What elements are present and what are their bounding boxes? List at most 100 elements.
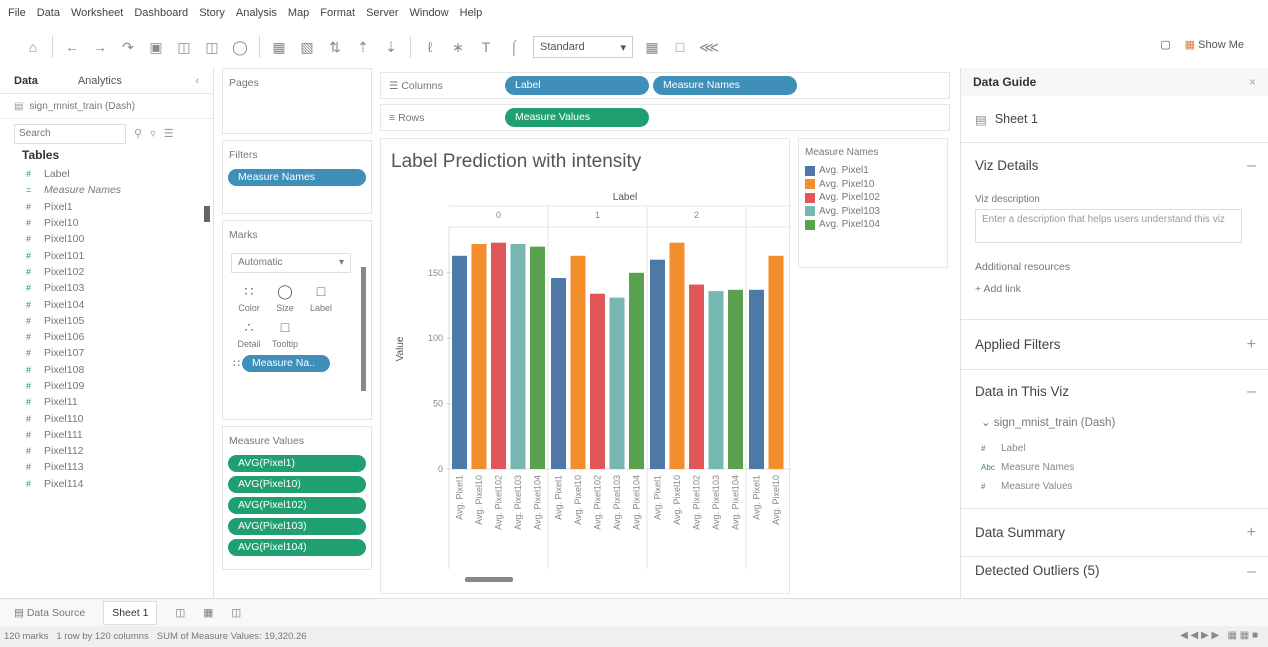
add-link-button[interactable]: + Add link (961, 283, 1268, 295)
fix-axes-icon[interactable]: ⌠ (505, 39, 523, 55)
menu-item-data[interactable]: Data (37, 7, 60, 19)
menu-item-dashboard[interactable]: Dashboard (134, 7, 188, 19)
filter-icon[interactable]: ▿ (150, 127, 156, 140)
field-item[interactable]: # Pixel106 (26, 329, 213, 345)
new-dashboard-icon[interactable]: ▦ (203, 607, 213, 619)
columns-pill-measure-names[interactable]: Measure Names (653, 76, 797, 95)
labels-icon[interactable]: T (477, 39, 495, 55)
show-cards-icon[interactable]: ▦ (643, 39, 661, 56)
highlight-icon[interactable]: ℓ (421, 39, 439, 55)
marks-color-pill[interactable]: Measure Na.. (242, 355, 330, 372)
marks-scrollbar[interactable] (361, 267, 366, 391)
close-icon[interactable]: × (1249, 75, 1256, 89)
rows-pill-measure-values[interactable]: Measure Values (505, 108, 649, 127)
new-worksheet-icon[interactable]: ◫ (203, 39, 221, 56)
menu-item-window[interactable]: Window (410, 7, 449, 19)
detected-outliers-section[interactable]: Detected Outliers (5) – (961, 556, 1268, 582)
new-worksheet-icon[interactable]: ◫ (175, 607, 185, 619)
rows-shelf[interactable]: ≡ Rows Measure Values (380, 104, 950, 131)
field-item[interactable]: # Pixel107 (26, 345, 213, 361)
size-button[interactable]: ◯ Size (269, 283, 301, 313)
columns-shelf[interactable]: ☰ Columns Label Measure Names (380, 72, 950, 99)
viz-area[interactable]: Label 0 50 100 150 Value 0 Avg. Pixel1 Avg. Pixe… (380, 138, 791, 594)
replay-icon[interactable]: ↷ (119, 39, 137, 56)
field-item[interactable]: # Pixel105 (26, 313, 213, 329)
sort-asc-icon[interactable]: ⇡ (354, 39, 372, 56)
view-options-icon[interactable]: ☰ (164, 127, 174, 140)
fit-select[interactable]: Standard ▾ (533, 36, 633, 58)
measure-value-pill[interactable]: AVG(Pixel1) (228, 455, 366, 472)
pane-scrollbar[interactable] (204, 206, 210, 222)
field-item[interactable]: # Pixel114 (26, 476, 213, 492)
field-item[interactable]: # Pixel113 (26, 459, 213, 475)
status-nav[interactable]: ◀ ◀ ▶ ▶ ▦ ▦ ■ (1180, 630, 1258, 641)
field-item[interactable]: # Pixel104 (26, 296, 213, 312)
collapse-pane-icon[interactable]: ‹ (195, 75, 199, 87)
share-icon[interactable]: ⋘ (699, 39, 719, 56)
field-item[interactable]: # Pixel108 (26, 362, 213, 378)
sort-desc-icon[interactable]: ⇣ (382, 39, 400, 56)
menu-item-help[interactable]: Help (460, 7, 483, 19)
run-update-icon[interactable]: ▦ (270, 39, 288, 56)
tooltip-icon[interactable]: □ (671, 39, 689, 55)
search-icon[interactable]: ⚲ (134, 127, 142, 140)
field-item[interactable]: = Measure Names (26, 182, 213, 198)
show-me-button[interactable]: ▦ Show Me (1185, 38, 1244, 51)
menu-item-format[interactable]: Format (320, 7, 355, 19)
redo-icon[interactable]: → (91, 39, 109, 55)
label-button[interactable]: □ Label (305, 283, 337, 313)
applied-filters-section[interactable]: Applied Filters + (961, 319, 1268, 369)
field-item[interactable]: # Pixel111 (26, 427, 213, 443)
tab-analytics[interactable]: Analytics (78, 75, 122, 87)
legend-item[interactable]: Avg. Pixel1 (805, 164, 941, 178)
field-item[interactable]: # Pixel109 (26, 378, 213, 394)
columns-pill-label[interactable]: Label (505, 76, 649, 95)
menu-item-file[interactable]: File (8, 7, 26, 19)
search-input[interactable] (14, 123, 126, 144)
data-in-viz-section[interactable]: Data in This Viz – (961, 369, 1268, 413)
field-item[interactable]: # Pixel101 (26, 247, 213, 263)
field-item[interactable]: # Label (26, 166, 213, 182)
legend-item[interactable]: Avg. Pixel103 (805, 205, 941, 219)
home-icon[interactable]: ⌂ (24, 39, 42, 55)
measure-value-pill[interactable]: AVG(Pixel102) (228, 497, 366, 514)
field-item[interactable]: # Pixel103 (26, 280, 213, 296)
clear-sheet-icon[interactable]: ▧ (298, 39, 316, 56)
new-story-icon[interactable]: ◫ (231, 607, 241, 619)
menu-item-analysis[interactable]: Analysis (236, 7, 277, 19)
measure-value-pill[interactable]: AVG(Pixel103) (228, 518, 366, 535)
menu-item-story[interactable]: Story (199, 7, 225, 19)
color-button[interactable]: ∷ Color (233, 283, 265, 313)
group-icon[interactable]: ∗ (449, 39, 467, 56)
pause-updates-icon[interactable]: ◯ (231, 39, 249, 56)
guide-sheet[interactable]: ▤ Sheet 1 (961, 96, 1268, 142)
field-item[interactable]: # Pixel100 (26, 231, 213, 247)
menu-item-map[interactable]: Map (288, 7, 309, 19)
legend-item[interactable]: Avg. Pixel104 (805, 218, 941, 232)
menu-item-worksheet[interactable]: Worksheet (71, 7, 123, 19)
measure-value-pill[interactable]: AVG(Pixel10) (228, 476, 366, 493)
field-item[interactable]: # Pixel110 (26, 410, 213, 426)
measure-value-pill[interactable]: AVG(Pixel104) (228, 539, 366, 556)
mark-type-select[interactable]: Automatic ▾ (231, 253, 351, 273)
guide-datasource[interactable]: ⌄ sign_mnist_train (Dash) (961, 415, 1268, 429)
data-summary-section[interactable]: Data Summary + (961, 508, 1268, 556)
save-icon[interactable]: ▣ (147, 39, 165, 56)
filters-card[interactable]: Filters Measure Names (222, 140, 372, 214)
tab-sheet-1[interactable]: Sheet 1 (103, 600, 158, 625)
data-source-tab[interactable]: ▤ Data Source (14, 607, 85, 619)
detail-button[interactable]: ∴ Detail (233, 319, 265, 349)
tab-data[interactable]: Data (14, 75, 38, 87)
tooltip-button[interactable]: □ Tooltip (269, 319, 301, 349)
new-datasource-icon[interactable]: ◫ (175, 39, 193, 56)
viz-details-section[interactable]: Viz Details – (961, 142, 1268, 188)
undo-icon[interactable]: ← (63, 39, 81, 55)
filter-pill[interactable]: Measure Names (228, 169, 366, 186)
field-item[interactable]: # Pixel102 (26, 264, 213, 280)
swap-icon[interactable]: ⇅ (326, 39, 344, 56)
field-item[interactable]: # Pixel1 (26, 199, 213, 215)
legend-item[interactable]: Avg. Pixel102 (805, 191, 941, 205)
field-item[interactable]: # Pixel10 (26, 215, 213, 231)
datasource-row[interactable]: ▤ sign_mnist_train (Dash) (0, 94, 213, 118)
viz-description-field[interactable]: Enter a description that helps users und… (975, 209, 1242, 243)
